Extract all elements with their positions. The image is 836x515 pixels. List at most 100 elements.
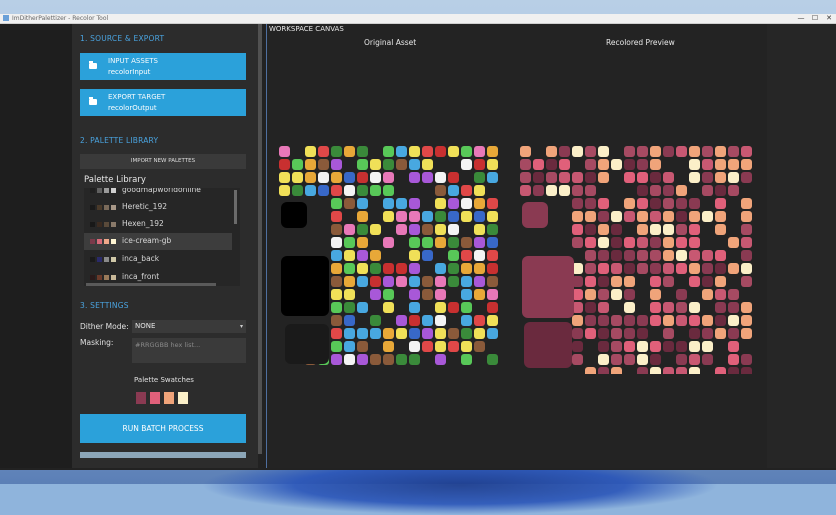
sprite-tile bbox=[422, 237, 433, 248]
swatch bbox=[97, 257, 102, 262]
silhouette-block bbox=[522, 256, 574, 318]
sprite-tile bbox=[409, 341, 420, 352]
sprite-tile bbox=[344, 328, 355, 339]
sprite-tile bbox=[318, 146, 329, 157]
input-assets-button[interactable]: INPUT ASSETS recolorInput bbox=[80, 53, 246, 80]
sprite-tile bbox=[663, 263, 674, 274]
section-palette-library: 2. PALETTE LIBRARY bbox=[80, 136, 159, 145]
sprite-tile bbox=[520, 159, 531, 170]
swatch bbox=[90, 205, 95, 210]
sprite-tile bbox=[396, 159, 407, 170]
sprite-tile bbox=[396, 211, 407, 222]
sprite-tile bbox=[676, 237, 687, 248]
palette-item[interactable]: goodmapworldonline bbox=[84, 188, 232, 199]
palette-list-hscrollbar[interactable] bbox=[86, 283, 216, 286]
sprite-tile bbox=[396, 354, 407, 365]
sprite-tile bbox=[448, 250, 459, 261]
sprite-tile bbox=[487, 211, 498, 222]
sprite-tile bbox=[663, 224, 674, 235]
palette-list-scrollbar[interactable] bbox=[234, 190, 237, 224]
sprite-tile bbox=[689, 302, 700, 313]
sprite-tile bbox=[585, 237, 596, 248]
sprite-tile bbox=[741, 159, 752, 170]
maximize-button[interactable]: ☐ bbox=[808, 14, 822, 23]
sprite-tile bbox=[435, 237, 446, 248]
sprite-tile bbox=[435, 146, 446, 157]
sprite-tile bbox=[435, 224, 446, 235]
sprite-tile bbox=[344, 315, 355, 326]
input-assets-value: recolorInput bbox=[108, 68, 151, 76]
sidebar-scrollbar[interactable] bbox=[258, 24, 262, 454]
palette-item[interactable]: Heretic_192 bbox=[84, 199, 232, 216]
sprite-tile bbox=[383, 302, 394, 313]
sprite-tile bbox=[383, 341, 394, 352]
sprite-tile bbox=[689, 159, 700, 170]
sprite-tile bbox=[715, 276, 726, 287]
sprite-tile bbox=[474, 315, 485, 326]
sprite-tile bbox=[585, 185, 596, 196]
dither-mode-label: Dither Mode: bbox=[80, 322, 129, 331]
sprite-tile bbox=[409, 315, 420, 326]
title-bar[interactable]: ImDitherPalettizer - Recolor Tool — ☐ ✕ bbox=[0, 14, 836, 24]
sprite-tile bbox=[331, 211, 342, 222]
sprite-tile bbox=[650, 276, 661, 287]
palette-item-selected[interactable]: ice-cream-gb bbox=[84, 233, 232, 250]
sprite-tile bbox=[546, 146, 557, 157]
palette-swatch bbox=[164, 392, 174, 404]
sprite-tile bbox=[585, 250, 596, 261]
export-target-value: recolorOutput bbox=[108, 104, 157, 112]
sprite-tile bbox=[383, 172, 394, 183]
sprite-tile bbox=[676, 198, 687, 209]
palette-list[interactable]: goodmapworldonline Heretic_192 Hexen_192… bbox=[84, 188, 240, 286]
sprite-tile bbox=[435, 328, 446, 339]
sprite-tile bbox=[331, 289, 342, 300]
sprite-tile bbox=[572, 237, 583, 248]
minimize-button[interactable]: — bbox=[794, 14, 808, 23]
close-button[interactable]: ✕ bbox=[822, 14, 836, 23]
sprite-tile bbox=[409, 146, 420, 157]
palette-item[interactable]: inca_back bbox=[84, 251, 232, 268]
export-target-button[interactable]: EXPORT TARGET recolorOutput bbox=[80, 89, 246, 116]
sprite-tile bbox=[572, 198, 583, 209]
sprite-tile bbox=[435, 185, 446, 196]
sprite-tile bbox=[663, 250, 674, 261]
swatch bbox=[104, 188, 109, 193]
dither-mode-select[interactable]: NONE ▾ bbox=[132, 320, 246, 333]
dither-mode-value: NONE bbox=[135, 322, 156, 330]
sprite-tile bbox=[370, 263, 381, 274]
swatch bbox=[104, 275, 109, 280]
app-icon bbox=[3, 15, 9, 21]
import-palettes-button[interactable]: IMPORT NEW PALETTES bbox=[80, 154, 246, 169]
sprite-tile bbox=[663, 302, 674, 313]
sprite-tile bbox=[676, 263, 687, 274]
palette-item[interactable]: Hexen_192 bbox=[84, 216, 232, 233]
sprite-tile bbox=[741, 224, 752, 235]
sprite-tile bbox=[650, 367, 661, 374]
sprite-tile bbox=[474, 185, 485, 196]
masking-input[interactable]: #RRGGBB hex list... bbox=[132, 338, 246, 363]
sprite-tile bbox=[611, 263, 622, 274]
sprite-tile bbox=[598, 276, 609, 287]
sprite-tile bbox=[715, 367, 726, 374]
sprite-tile bbox=[598, 172, 609, 183]
sprite-tile bbox=[702, 185, 713, 196]
sprite-tile bbox=[344, 302, 355, 313]
sprite-tile bbox=[487, 276, 498, 287]
sprite-tile bbox=[344, 263, 355, 274]
run-batch-button[interactable]: RUN BATCH PROCESS bbox=[80, 414, 246, 443]
sprite-tile bbox=[279, 146, 290, 157]
sprite-tile bbox=[689, 367, 700, 374]
sprite-tile bbox=[487, 237, 498, 248]
sprite-tile bbox=[572, 315, 583, 326]
scrollbar-thumb[interactable] bbox=[258, 24, 262, 454]
sprite-tile bbox=[409, 211, 420, 222]
sprite-tile bbox=[715, 198, 726, 209]
sprite-tile bbox=[585, 198, 596, 209]
sprite-tile bbox=[624, 354, 635, 365]
sprite-tile bbox=[585, 289, 596, 300]
sprite-tile bbox=[676, 315, 687, 326]
sprite-tile bbox=[572, 146, 583, 157]
sprite-tile bbox=[689, 198, 700, 209]
sprite-tile bbox=[611, 237, 622, 248]
sprite-tile bbox=[650, 263, 661, 274]
